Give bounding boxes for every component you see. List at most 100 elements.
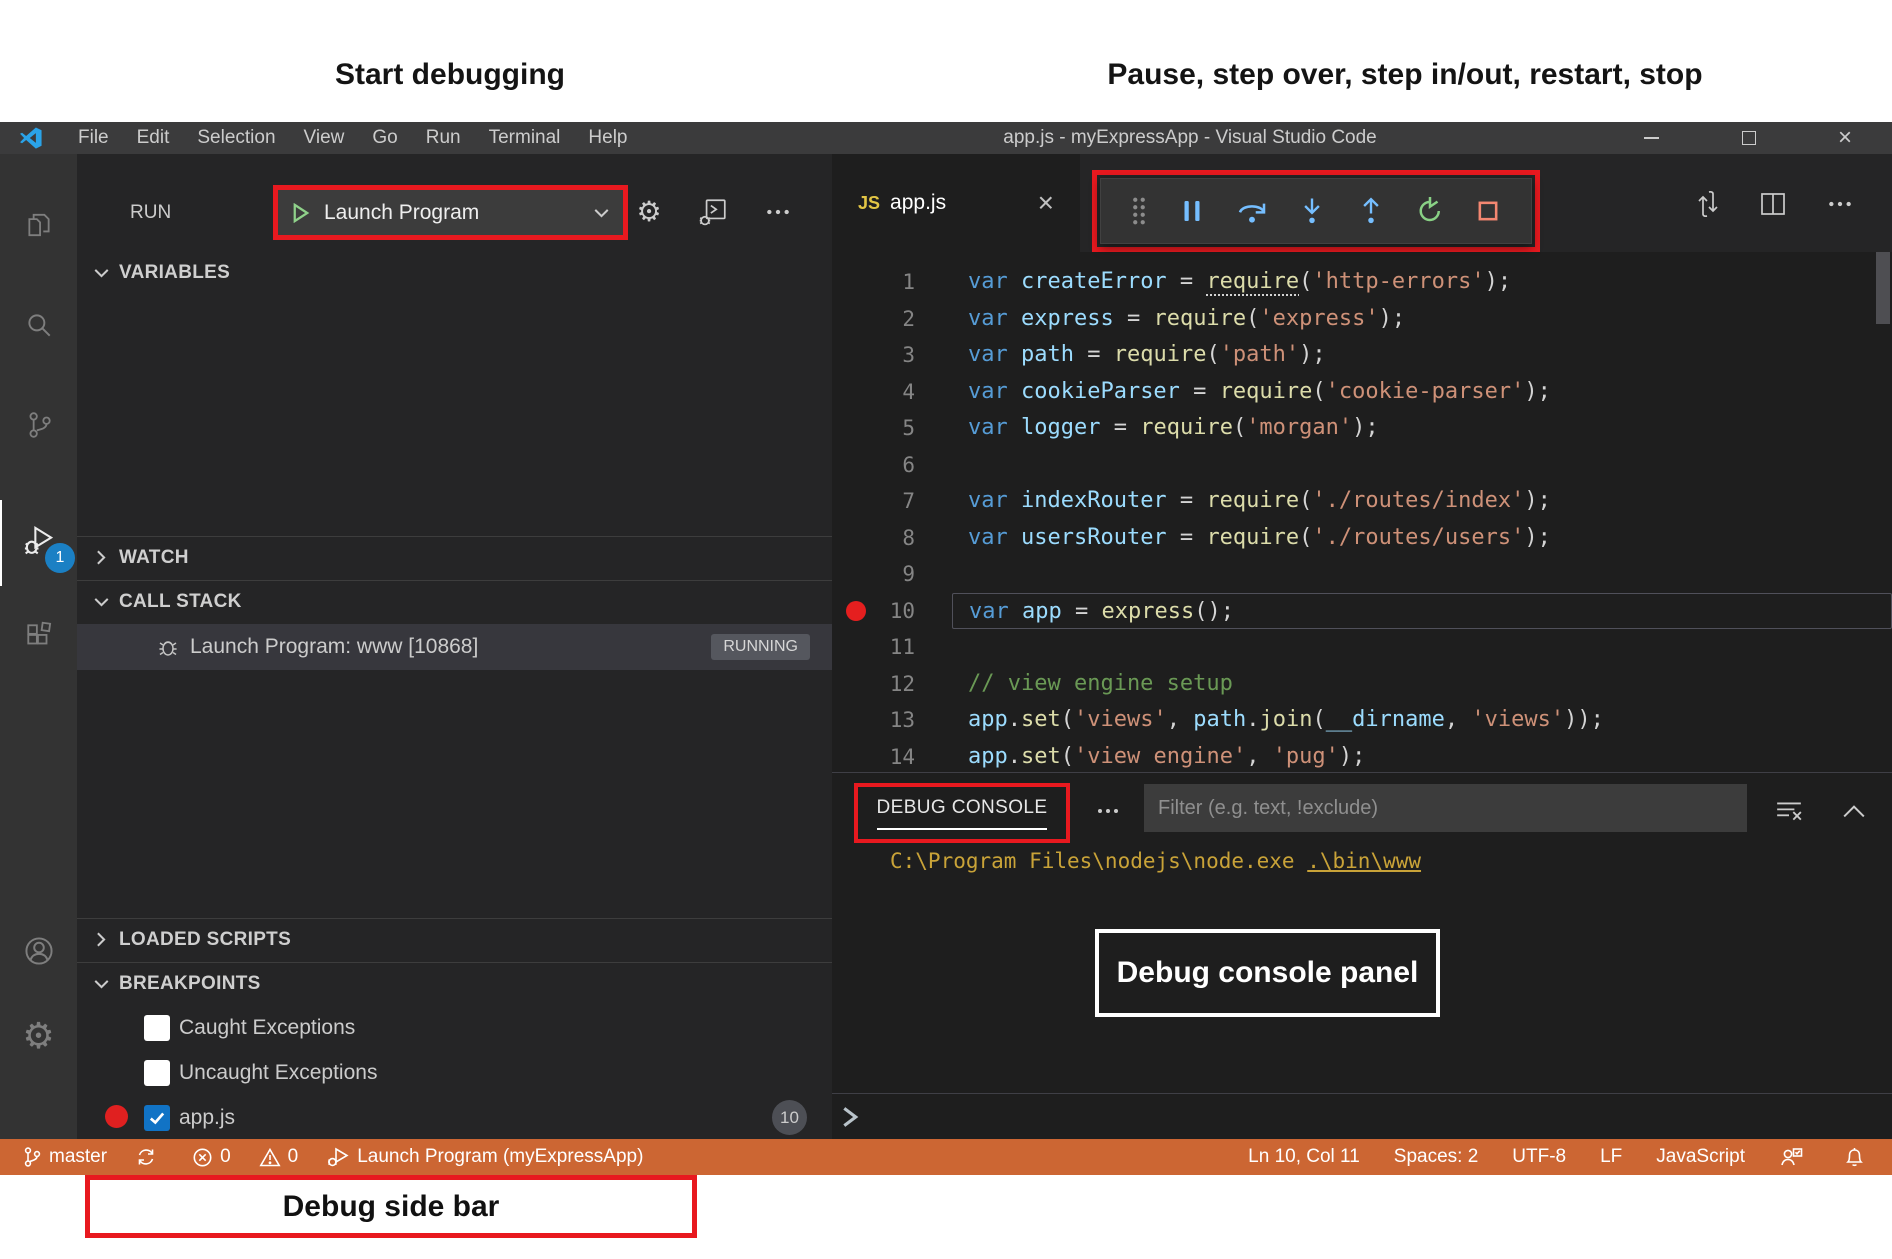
more-actions-icon[interactable]	[762, 196, 794, 228]
panel-more-actions-icon[interactable]	[1092, 795, 1124, 827]
section-watch[interactable]: WATCH	[77, 536, 832, 578]
step-out-icon[interactable]	[1356, 195, 1386, 227]
menu-terminal[interactable]: Terminal	[475, 122, 575, 154]
section-loaded-scripts[interactable]: LOADED SCRIPTS	[77, 918, 832, 960]
editor-scrollbar[interactable]	[1876, 252, 1890, 324]
breakpoint-checkbox[interactable]	[144, 1060, 170, 1086]
gutter[interactable]: 2	[832, 301, 952, 338]
console-output-line[interactable]: C:\Program Files\nodejs\node.exe .\bin\w…	[890, 849, 1421, 873]
gutter[interactable]: 7	[832, 483, 952, 520]
titlebar: FileEditSelectionViewGoRunTerminalHelp a…	[0, 122, 1892, 154]
code-line-4[interactable]: 4var cookieParser = require('cookie-pars…	[832, 374, 1892, 411]
tab-debug-console[interactable]: DEBUG CONSOLE	[877, 797, 1048, 830]
code-line-11[interactable]: 11	[832, 629, 1892, 666]
gutter[interactable]: 8	[832, 520, 952, 557]
toolbar-grip-icon[interactable]	[1130, 196, 1148, 226]
section-call-stack[interactable]: CALL STACK	[77, 580, 832, 622]
source-control-icon[interactable]	[0, 395, 77, 455]
console-input-row[interactable]	[832, 1093, 1892, 1140]
code-line-6[interactable]: 6	[832, 447, 1892, 484]
code-line-9[interactable]: 9	[832, 556, 1892, 593]
console-output-link[interactable]: .\bin\www	[1307, 849, 1421, 873]
gutter[interactable]: 10	[832, 593, 952, 630]
breakpoint-dot[interactable]	[846, 601, 866, 621]
step-into-icon[interactable]	[1297, 195, 1327, 227]
status-debug[interactable]: Launch Program (myExpressApp)	[326, 1146, 643, 1168]
tab-close-icon[interactable]: ×	[1038, 189, 1054, 217]
menu-go[interactable]: Go	[358, 122, 411, 154]
breakpoint-checkbox[interactable]	[144, 1015, 170, 1041]
gutter[interactable]: 1	[832, 264, 952, 301]
window-minimize-button[interactable]	[1628, 122, 1674, 154]
explorer-icon[interactable]	[0, 195, 77, 255]
debug-console-icon[interactable]	[697, 196, 729, 228]
code-editor[interactable]: 1var createError = require('http-errors'…	[832, 264, 1892, 775]
launch-config-dropdown[interactable]: Launch Program	[278, 190, 623, 235]
code-line-13[interactable]: 13app.set('views', path.join(__dirname, …	[832, 702, 1892, 739]
status-lf[interactable]: LF	[1600, 1146, 1622, 1168]
gutter[interactable]: 13	[832, 702, 952, 739]
clear-console-icon[interactable]	[1772, 795, 1806, 827]
section-variables[interactable]: VARIABLES	[77, 252, 832, 294]
breakpoint-label: app.js	[179, 1106, 235, 1130]
breakpoint-row[interactable]: app.js10	[77, 1095, 832, 1140]
configure-gear-icon[interactable]: ⚙	[633, 196, 665, 228]
code-line-14[interactable]: 14app.set('view engine', 'pug');	[832, 739, 1892, 776]
status-spaces-2[interactable]: Spaces: 2	[1394, 1146, 1479, 1168]
stop-icon[interactable]	[1474, 197, 1502, 225]
code-line-2[interactable]: 2var express = require('express');	[832, 301, 1892, 338]
search-icon[interactable]	[0, 295, 77, 355]
gutter[interactable]: 6	[832, 447, 952, 484]
maximize-panel-icon[interactable]	[1837, 795, 1871, 827]
menu-file[interactable]: File	[64, 122, 123, 154]
code-line-1[interactable]: 1var createError = require('http-errors'…	[832, 264, 1892, 301]
pause-icon[interactable]	[1177, 196, 1207, 226]
code-line-10[interactable]: 10var app = express();	[832, 593, 1892, 630]
accounts-icon[interactable]	[0, 921, 77, 981]
status-ln-10-col-11[interactable]: Ln 10, Col 11	[1248, 1146, 1360, 1168]
breakpoint-row[interactable]: Caught Exceptions	[77, 1005, 832, 1050]
restart-icon[interactable]	[1415, 196, 1445, 226]
open-changes-icon[interactable]	[1692, 188, 1724, 220]
menu-help[interactable]: Help	[574, 122, 641, 154]
code-line-12[interactable]: 12// view engine setup	[832, 666, 1892, 703]
status-feedback-icon[interactable]	[1779, 1146, 1810, 1168]
step-over-icon[interactable]	[1236, 195, 1268, 227]
console-prompt-chevron-icon	[840, 1104, 860, 1130]
status-sync[interactable]	[135, 1146, 164, 1168]
editor-more-actions-icon[interactable]	[1824, 188, 1856, 220]
status-branch[interactable]: master	[22, 1146, 107, 1168]
gutter[interactable]: 12	[832, 666, 952, 703]
code-line-5[interactable]: 5var logger = require('morgan');	[832, 410, 1892, 447]
window-maximize-button[interactable]	[1726, 122, 1772, 154]
code-line-3[interactable]: 3var path = require('path');	[832, 337, 1892, 374]
status-bell-icon[interactable]	[1844, 1146, 1872, 1168]
gutter[interactable]: 5	[832, 410, 952, 447]
extensions-icon[interactable]	[0, 606, 77, 666]
gutter[interactable]: 3	[832, 337, 952, 374]
breakpoint-checkbox[interactable]	[144, 1105, 170, 1131]
window-close-button[interactable]: ×	[1822, 122, 1868, 154]
settings-gear-icon[interactable]: ⚙	[0, 1006, 77, 1066]
gutter[interactable]: 9	[832, 556, 952, 593]
code-line-7[interactable]: 7var indexRouter = require('./routes/ind…	[832, 483, 1892, 520]
menu-edit[interactable]: Edit	[123, 122, 184, 154]
status-utf-8[interactable]: UTF-8	[1512, 1146, 1566, 1168]
gutter[interactable]: 11	[832, 629, 952, 666]
gutter[interactable]: 14	[832, 739, 952, 776]
menu-run[interactable]: Run	[412, 122, 475, 154]
code-line-8[interactable]: 8var usersRouter = require('./routes/use…	[832, 520, 1892, 557]
status-javascript[interactable]: JavaScript	[1656, 1146, 1745, 1168]
breakpoint-row[interactable]: Uncaught Exceptions	[77, 1050, 832, 1095]
start-debug-icon[interactable]	[292, 203, 310, 223]
console-filter-input[interactable]	[1144, 784, 1747, 832]
menu-view[interactable]: View	[290, 122, 359, 154]
status-warning[interactable]: 0	[259, 1146, 299, 1168]
gutter[interactable]: 4	[832, 374, 952, 411]
call-stack-session-row[interactable]: Launch Program: www [10868] RUNNING	[77, 624, 832, 670]
section-breakpoints[interactable]: BREAKPOINTS	[77, 962, 832, 1004]
tab-app-js[interactable]: JS app.js ×	[832, 154, 1080, 252]
menu-selection[interactable]: Selection	[183, 122, 289, 154]
status-error[interactable]: 0	[192, 1146, 231, 1168]
split-editor-icon[interactable]	[1757, 188, 1789, 220]
